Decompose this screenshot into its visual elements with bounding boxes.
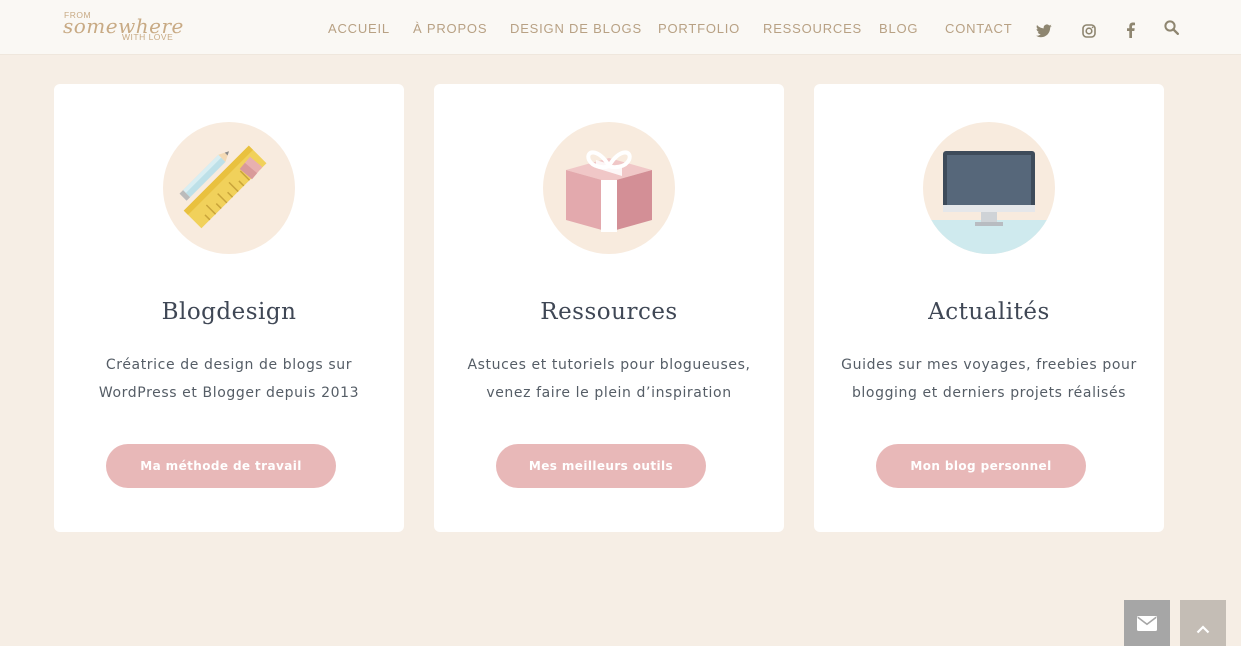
facebook-icon[interactable] — [1126, 22, 1135, 42]
envelope-icon — [1137, 616, 1157, 635]
card-title: Actualités — [928, 299, 1050, 325]
twitter-icon[interactable] — [1036, 23, 1052, 42]
card-title: Ressources — [540, 299, 678, 325]
tools-button[interactable]: Mes meilleurs outils — [496, 444, 706, 488]
site-logo[interactable]: FROM somewhere WITH LOVE — [63, 8, 183, 46]
nav-item-contact[interactable]: CONTACT — [945, 21, 1012, 36]
search-icon[interactable] — [1164, 20, 1180, 39]
contact-float-button[interactable] — [1124, 600, 1170, 646]
card-description: Guides sur mes voyages, freebies pour blo… — [841, 357, 1137, 401]
logo-line-with-love: WITH LOVE — [122, 32, 174, 42]
chevron-up-icon — [1196, 619, 1210, 638]
site-header: FROM somewhere WITH LOVE ACCUEIL À PROPO… — [0, 0, 1241, 55]
card-title: Blogdesign — [161, 299, 297, 325]
nav-item-a-propos[interactable]: À PROPOS — [413, 21, 487, 36]
gift-icon — [543, 122, 675, 254]
method-button[interactable]: Ma méthode de travail — [106, 444, 336, 488]
nav-item-ressources[interactable]: RESSOURCES — [763, 21, 862, 36]
feature-card-blogdesign: Blogdesign Créatrice de design de blogs … — [54, 84, 404, 532]
nav-item-accueil[interactable]: ACCUEIL — [328, 21, 390, 36]
back-to-top-button[interactable] — [1180, 600, 1226, 646]
nav-item-design-de-blogs[interactable]: DESIGN DE BLOGS — [510, 21, 642, 36]
nav-item-blog[interactable]: BLOG — [879, 21, 918, 36]
ruler-pencil-icon — [163, 122, 295, 254]
nav-item-portfolio[interactable]: PORTFOLIO — [658, 21, 740, 36]
card-description: Astuces et tutoriels pour blogueuses, ven… — [467, 357, 751, 401]
feature-card-ressources: Ressources Astuces et tutoriels pour blo… — [434, 84, 784, 532]
personal-blog-button[interactable]: Mon blog personnel — [876, 444, 1086, 488]
feature-card-actualites: Actualités Guides sur mes voyages, freeb… — [814, 84, 1164, 532]
instagram-icon[interactable] — [1082, 23, 1096, 42]
monitor-icon — [923, 122, 1055, 254]
card-description: Créatrice de design de blogs sur WordPres… — [98, 357, 360, 401]
